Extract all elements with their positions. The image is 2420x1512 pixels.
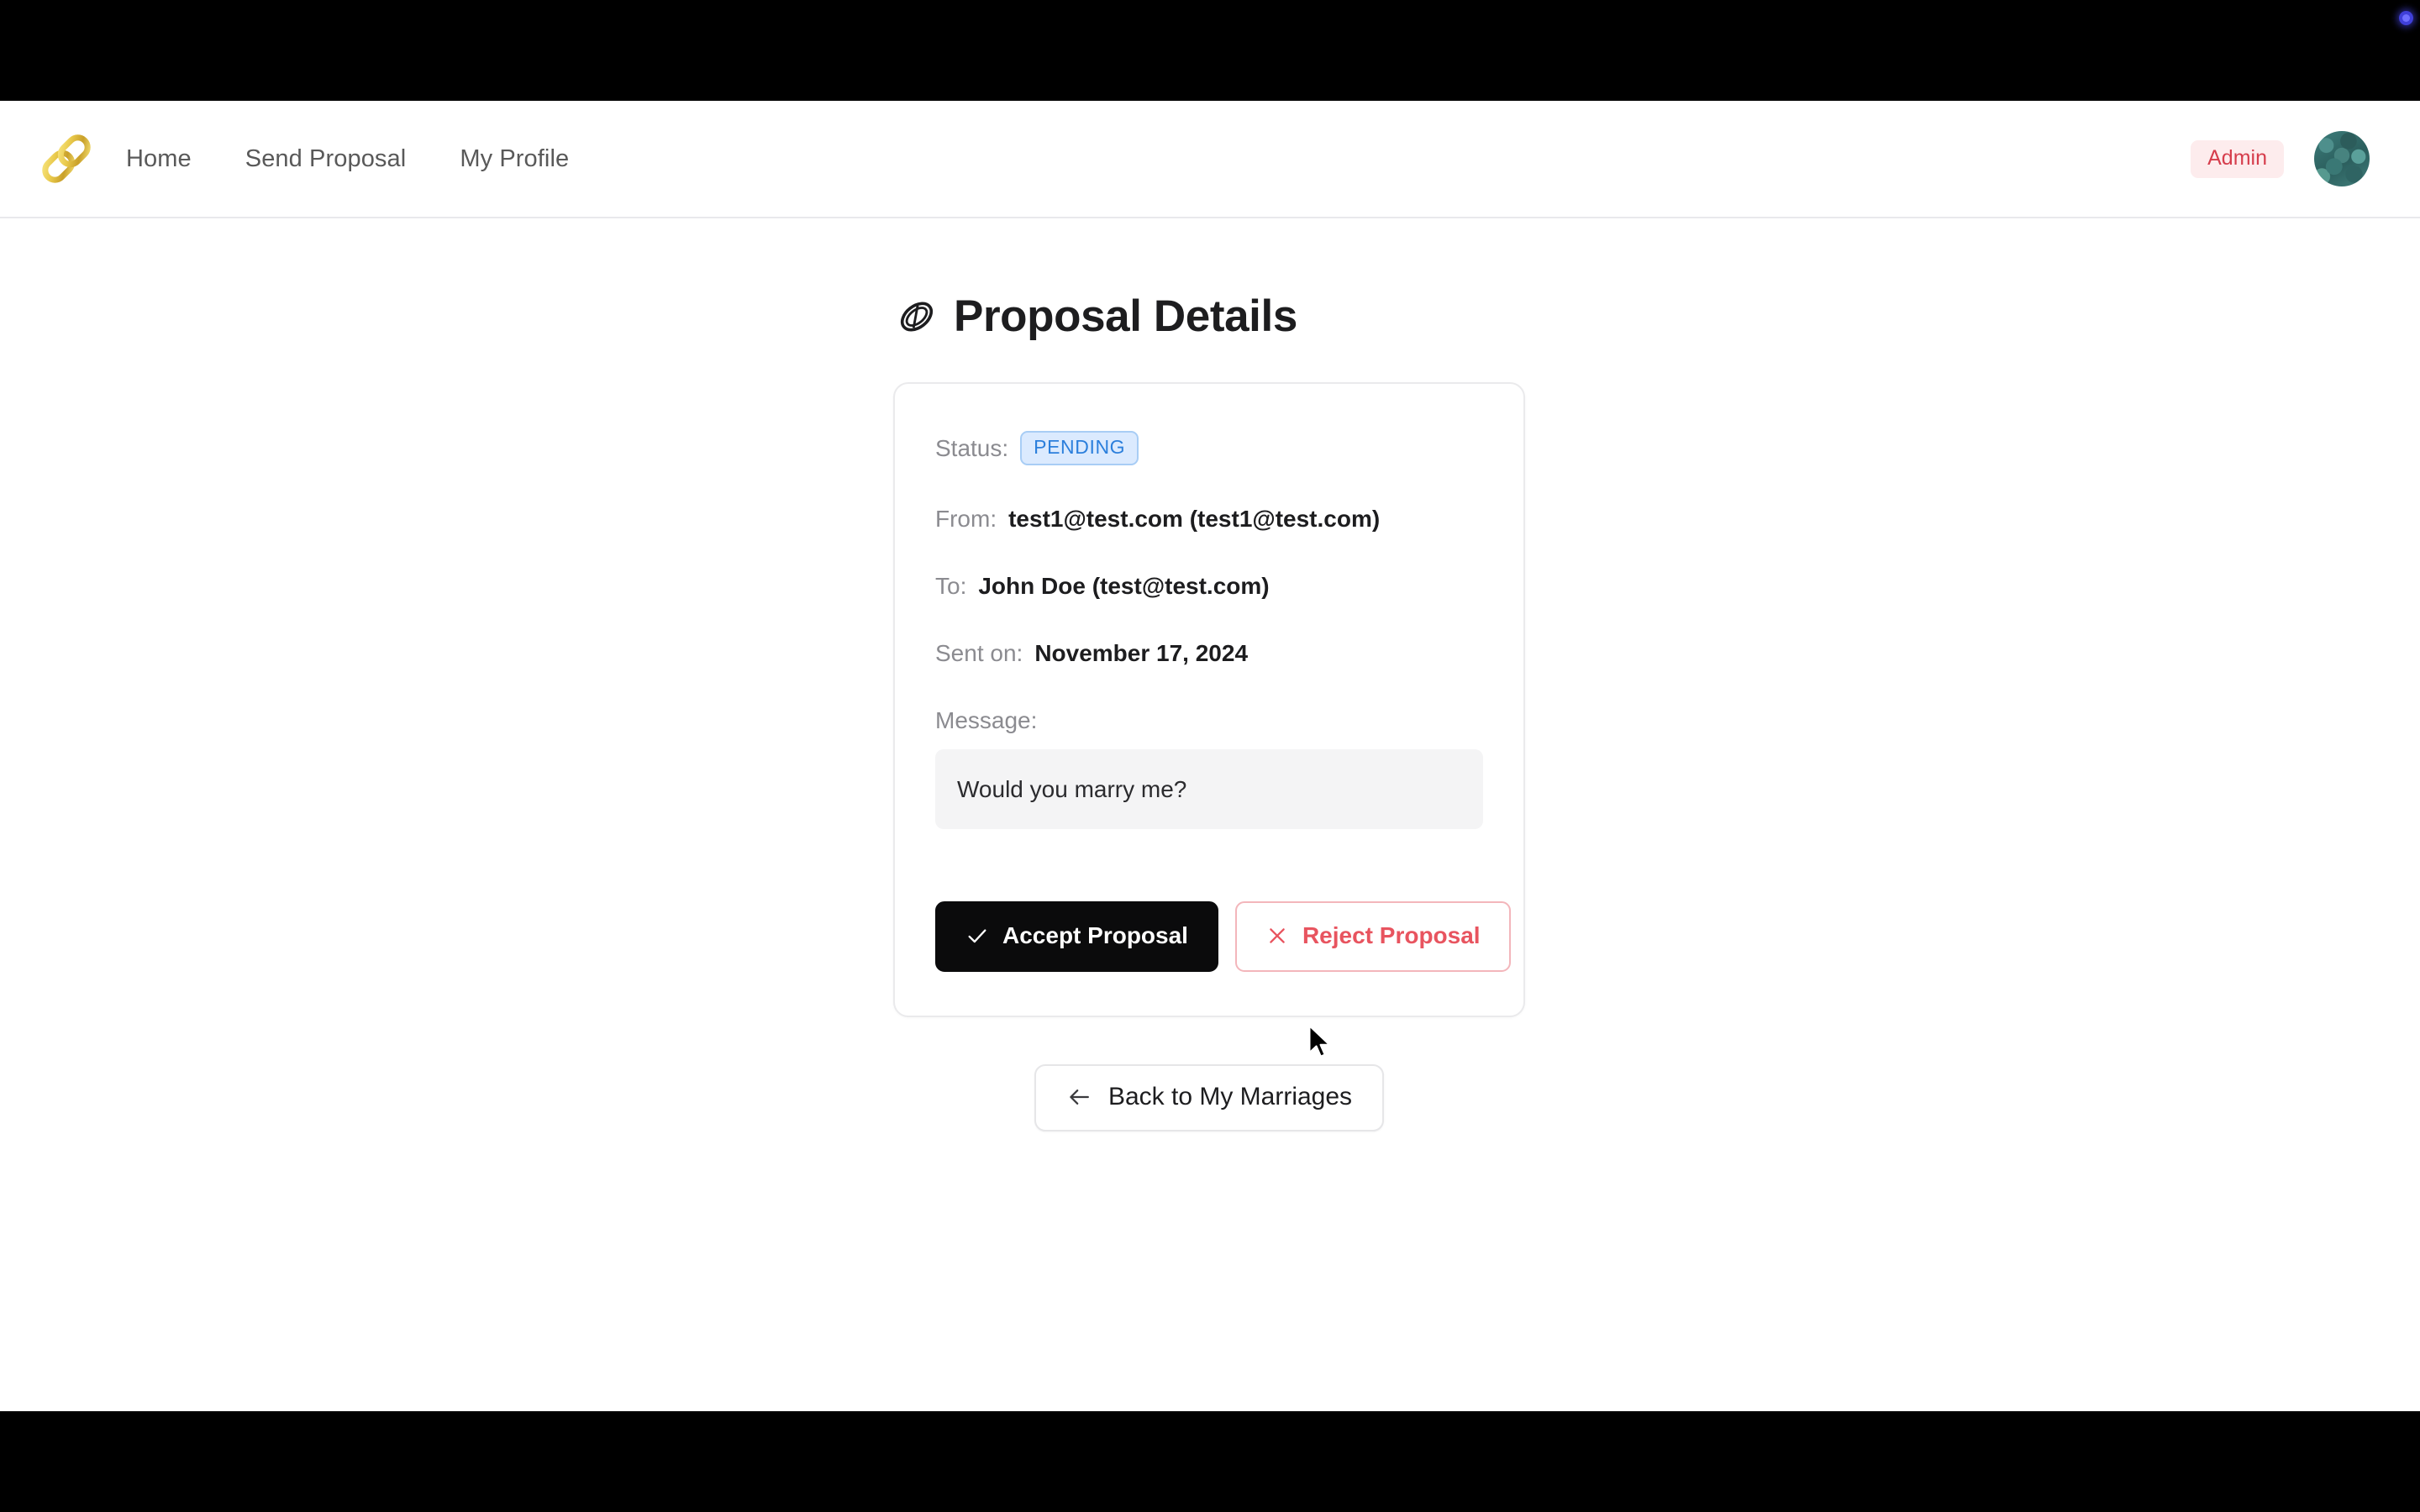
- window-top-bar: [0, 0, 2420, 101]
- sent-on-value: November 17, 2024: [1034, 640, 1249, 666]
- check-icon: [968, 929, 986, 943]
- close-icon: [1270, 928, 1285, 943]
- role-badge[interactable]: Admin: [2191, 139, 2284, 178]
- message-block: Message: Would you marry me?: [935, 707, 1483, 829]
- recording-indicator-icon: [2399, 11, 2413, 25]
- proposal-detail-card: Status: PENDING From: test1@test.com (te…: [893, 382, 1525, 1017]
- action-row: Accept Proposal Reject Proposal: [935, 901, 1511, 972]
- window-bottom-bar: [0, 1411, 2420, 1512]
- message-text: Would you marry me?: [957, 775, 1187, 802]
- from-label: From:: [935, 506, 997, 532]
- reject-proposal-button[interactable]: Reject Proposal: [1234, 901, 1511, 972]
- nav-links: Home Send Proposal My Profile: [126, 145, 569, 173]
- navbar: Home Send Proposal My Profile Admin: [0, 101, 2420, 218]
- from-value: test1@test.com (test1@test.com): [1008, 506, 1381, 532]
- sent-on-row: Sent on: November 17, 2024: [935, 640, 1483, 667]
- avatar[interactable]: [2314, 131, 2370, 186]
- page-content: Proposal Details Status: PENDING From: t…: [0, 218, 2420, 1131]
- ring-icon: [900, 302, 934, 331]
- message-label: Message:: [935, 707, 1038, 733]
- nav-link-home[interactable]: Home: [126, 145, 192, 172]
- reject-proposal-label: Reject Proposal: [1302, 922, 1481, 948]
- status-badge: PENDING: [1020, 431, 1139, 465]
- arrow-left-icon: [1070, 1089, 1089, 1105]
- page-column: Proposal Details Status: PENDING From: t…: [893, 291, 1525, 1017]
- accept-proposal-label: Accept Proposal: [1002, 922, 1188, 948]
- back-button-row: Back to My Marriages: [893, 1064, 1525, 1131]
- chain-link-icon[interactable]: [35, 128, 97, 190]
- back-to-my-marriages-button[interactable]: Back to My Marriages: [1034, 1064, 1385, 1131]
- accept-proposal-button[interactable]: Accept Proposal: [935, 901, 1218, 972]
- to-value: John Doe (test@test.com): [978, 573, 1270, 599]
- page-title-text: Proposal Details: [954, 291, 1297, 341]
- navbar-right: Admin: [2191, 131, 2386, 186]
- to-row: To: John Doe (test@test.com): [935, 573, 1483, 600]
- status-label: Status:: [935, 434, 1009, 461]
- status-row: Status: PENDING: [935, 431, 1483, 465]
- nav-link-my-profile[interactable]: My Profile: [460, 145, 569, 172]
- screen: Home Send Proposal My Profile Admin Prop…: [0, 0, 2420, 1512]
- sent-on-label: Sent on:: [935, 640, 1023, 666]
- nav-link-send-proposal[interactable]: Send Proposal: [245, 145, 407, 172]
- back-button-label: Back to My Marriages: [1107, 1083, 1353, 1110]
- page-title: Proposal Details: [897, 291, 1525, 342]
- from-row: From: test1@test.com (test1@test.com): [935, 506, 1483, 533]
- message-box: Would you marry me?: [935, 749, 1483, 829]
- browser-viewport: Home Send Proposal My Profile Admin Prop…: [0, 101, 2420, 1411]
- to-label: To:: [935, 573, 967, 599]
